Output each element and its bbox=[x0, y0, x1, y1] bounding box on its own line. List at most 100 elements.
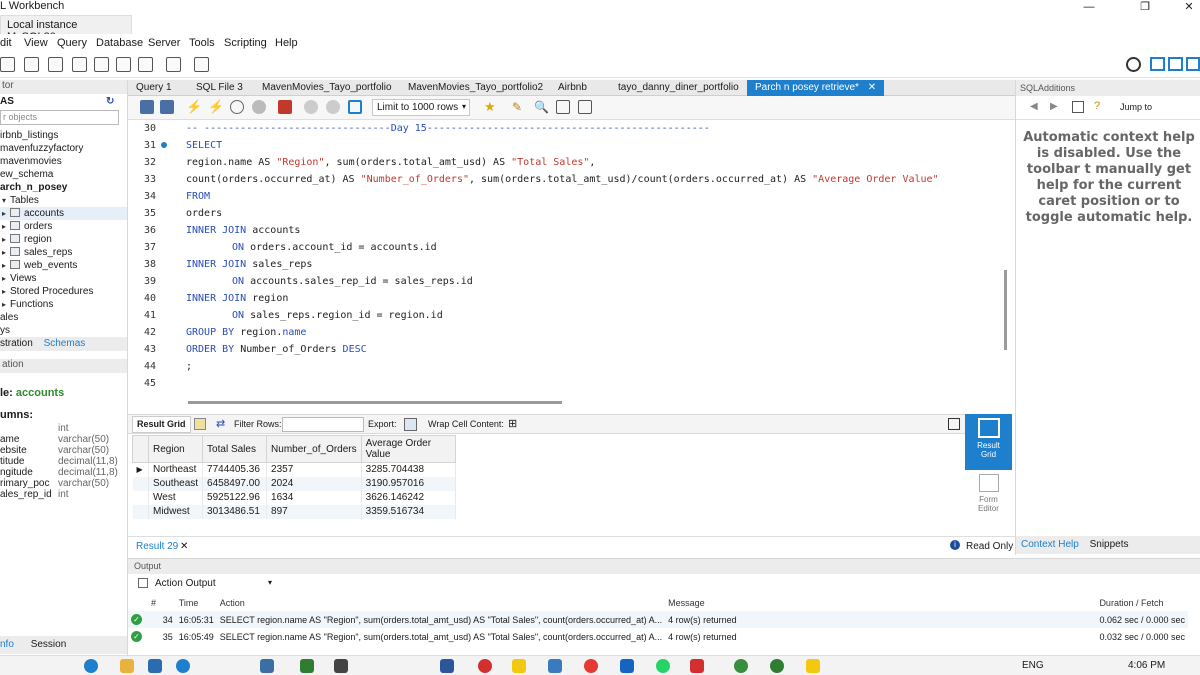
tab-session[interactable]: Session bbox=[31, 639, 67, 650]
schema-item[interactable]: ales bbox=[0, 311, 127, 324]
wrap-cell-icon[interactable]: ⊞ bbox=[508, 417, 517, 430]
functions-node[interactable]: ▸ Functions bbox=[0, 298, 127, 311]
result-grid-tab[interactable]: Result Grid bbox=[132, 416, 191, 433]
tab-parch-n-posey-retrieve[interactable]: Parch n posey retrieve* ✕ bbox=[747, 80, 885, 96]
editor-horizontal-scrollbar[interactable] bbox=[188, 401, 562, 404]
form-editor-side-button[interactable]: Form Editor bbox=[965, 474, 1012, 524]
expand-caret-icon[interactable]: ▸ bbox=[2, 285, 10, 298]
column-header[interactable]: Total Sales bbox=[202, 435, 268, 463]
restore-icon[interactable]: ❐ bbox=[1138, 0, 1152, 14]
edge-icon[interactable] bbox=[176, 659, 190, 673]
menu-view[interactable]: View bbox=[24, 37, 48, 49]
table-row[interactable]: Southeast 6458497.00 2024 3190.957016 bbox=[132, 476, 456, 491]
settings-gear-icon[interactable] bbox=[1126, 57, 1141, 72]
tab-mavenmovies-portfolio[interactable]: MavenMovies_Tayo_portfolio bbox=[254, 80, 400, 96]
table-cell[interactable]: 897 bbox=[266, 504, 362, 519]
schema-item[interactable]: mavenfuzzyfactory bbox=[0, 142, 127, 155]
column-header[interactable]: Region bbox=[147, 435, 204, 463]
result-grid-side-button[interactable]: Result Grid bbox=[965, 414, 1012, 470]
schema-item[interactable]: ys bbox=[0, 324, 127, 337]
table-cell[interactable]: Midwest bbox=[148, 504, 204, 519]
table-cell[interactable]: 3359.516734 bbox=[361, 504, 456, 519]
table-cell[interactable]: 7744405.36 bbox=[202, 462, 268, 477]
clock[interactable]: 4:06 PM bbox=[1128, 660, 1165, 671]
export-icon[interactable] bbox=[404, 418, 417, 431]
expand-caret-icon[interactable]: ▸ bbox=[2, 259, 10, 272]
beautify-star-icon[interactable]: ★ bbox=[484, 100, 498, 114]
refresh-icon[interactable]: ⇄ bbox=[216, 417, 225, 430]
execute-current-icon[interactable]: ⚡ bbox=[208, 100, 224, 114]
tab-danny-diner[interactable]: tayo_danny_diner_portfolio bbox=[610, 80, 747, 96]
menu-help[interactable]: Help bbox=[275, 37, 298, 49]
table-cell[interactable]: 3626.146242 bbox=[361, 490, 456, 505]
views-node[interactable]: ▸ Views bbox=[0, 272, 127, 285]
auto-help-icon[interactable]: ? bbox=[1094, 100, 1106, 112]
column-header[interactable]: Average Order Value bbox=[360, 435, 456, 463]
output-mode-select[interactable]: Action Output ▾ bbox=[152, 576, 274, 592]
forward-arrow-icon[interactable]: ▶ bbox=[1050, 101, 1058, 112]
table-item-accounts[interactable]: ▸ accounts bbox=[0, 207, 127, 220]
tab-administration[interactable]: stration bbox=[0, 338, 33, 349]
create-schema-icon[interactable] bbox=[72, 57, 87, 72]
schema-item-active[interactable]: arch_n_posey bbox=[0, 181, 127, 194]
menu-server[interactable]: Server bbox=[148, 37, 180, 49]
menu-database[interactable]: Database bbox=[96, 37, 143, 49]
editor-vertical-scrollbar[interactable] bbox=[1004, 270, 1007, 350]
schema-item[interactable]: ew_schema bbox=[0, 168, 127, 181]
new-sql-tab-icon[interactable] bbox=[0, 57, 15, 72]
expand-caret-icon[interactable]: ▸ bbox=[2, 246, 10, 259]
manual-help-icon[interactable] bbox=[1072, 101, 1084, 113]
refresh-icon[interactable]: ↻ bbox=[106, 96, 114, 107]
connection-tab[interactable]: Local instance MySQL80 × bbox=[0, 15, 132, 43]
menu-edit[interactable]: dit bbox=[0, 37, 12, 49]
folder-icon[interactable] bbox=[120, 659, 134, 673]
explain-icon[interactable] bbox=[230, 100, 244, 114]
taskbar-app-icon[interactable] bbox=[440, 659, 454, 673]
reconnect-icon[interactable] bbox=[194, 57, 209, 72]
copy-icon[interactable] bbox=[138, 578, 148, 588]
taskbar-app-icon[interactable] bbox=[260, 659, 274, 673]
chrome-icon[interactable] bbox=[584, 659, 598, 673]
column-header[interactable]: Number_of_Orders bbox=[266, 435, 362, 463]
table-cell[interactable]: 6458497.00 bbox=[202, 476, 268, 491]
rollback-icon[interactable] bbox=[326, 100, 340, 114]
jump-to-label[interactable]: Jump to bbox=[1120, 102, 1152, 112]
table-item-orders[interactable]: ▸ orders bbox=[0, 220, 127, 233]
taskbar-app-icon[interactable] bbox=[690, 659, 704, 673]
taskbar-app-icon[interactable] bbox=[148, 659, 162, 673]
expand-caret-icon[interactable]: ▸ bbox=[2, 298, 10, 311]
back-arrow-icon[interactable]: ◀ bbox=[1030, 101, 1038, 112]
save-icon[interactable] bbox=[160, 100, 174, 114]
toggle-panel-icon[interactable] bbox=[948, 418, 960, 430]
tab-airbnb[interactable]: Airbnb bbox=[550, 80, 595, 96]
table-cell[interactable]: 1634 bbox=[266, 490, 362, 505]
create-procedure-icon[interactable] bbox=[138, 57, 153, 72]
create-view-icon[interactable] bbox=[116, 57, 131, 72]
table-row[interactable]: ✓ 34 16:05:31 SELECT region.name AS "Reg… bbox=[128, 611, 1188, 628]
close-tab-icon[interactable]: ✕ bbox=[868, 82, 876, 93]
table-item-web-events[interactable]: ▸ web_events bbox=[0, 259, 127, 272]
table-row[interactable]: Midwest 3013486.51 897 3359.516734 bbox=[132, 504, 456, 519]
execute-icon[interactable]: ⚡ bbox=[186, 100, 202, 114]
language-indicator[interactable]: ENG bbox=[1022, 660, 1044, 671]
expand-caret-icon[interactable]: ▸ bbox=[2, 220, 10, 233]
menu-scripting[interactable]: Scripting bbox=[224, 37, 267, 49]
search-table-icon[interactable] bbox=[166, 57, 181, 72]
result-tab[interactable]: Result 29 bbox=[136, 541, 178, 552]
filter-rows-input[interactable] bbox=[282, 417, 364, 432]
table-row[interactable]: West 5925122.96 1634 3626.146242 bbox=[132, 490, 456, 505]
word-wrap-icon[interactable] bbox=[578, 100, 592, 114]
expand-caret-icon[interactable]: ▸ bbox=[2, 207, 10, 220]
commit-icon[interactable] bbox=[304, 100, 318, 114]
create-table-icon[interactable] bbox=[94, 57, 109, 72]
filter-objects-input[interactable]: r objects bbox=[0, 110, 119, 125]
open-file-icon[interactable] bbox=[140, 100, 154, 114]
powerbi-icon[interactable] bbox=[512, 659, 526, 673]
tab-mavenmovies-portfolio2[interactable]: MavenMovies_Tayo_portfolio2 bbox=[400, 80, 551, 96]
toggle-error-icon[interactable] bbox=[278, 100, 292, 114]
table-cell[interactable]: Southeast bbox=[148, 476, 204, 491]
tab-context-help[interactable]: Context Help bbox=[1021, 539, 1079, 550]
table-cell[interactable]: 2357 bbox=[266, 462, 362, 477]
table-item-sales-reps[interactable]: ▸ sales_reps bbox=[0, 246, 127, 259]
find-icon[interactable]: 🔍 bbox=[534, 100, 549, 114]
